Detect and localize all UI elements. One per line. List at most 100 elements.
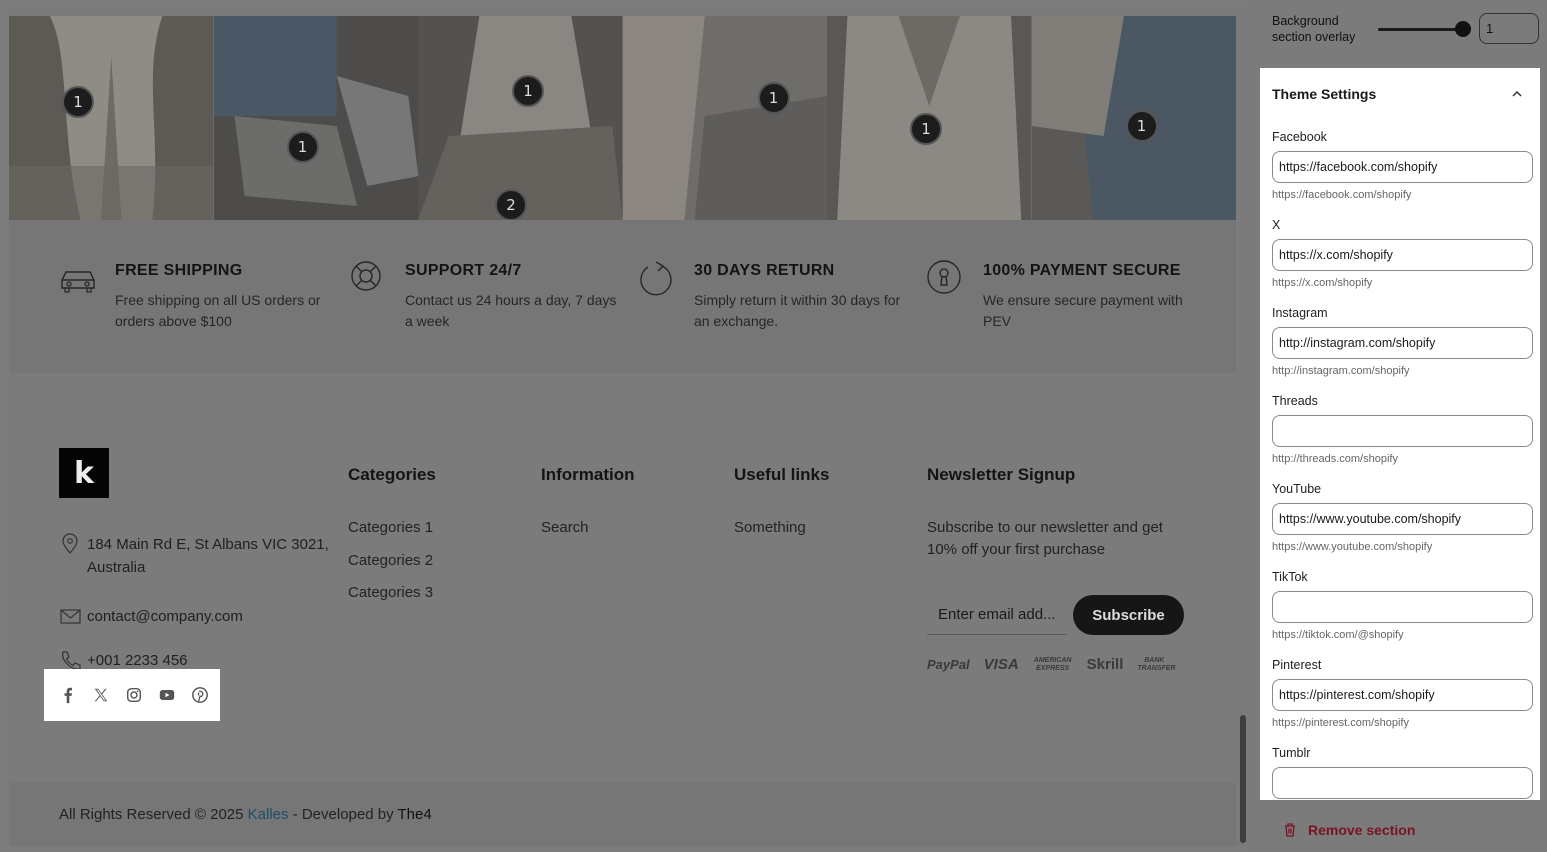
facebook-icon[interactable] bbox=[58, 685, 78, 705]
hotspot-marker[interactable]: 1 bbox=[1125, 110, 1158, 142]
hotspot-marker[interactable]: 1 bbox=[757, 82, 790, 114]
threads-url-input[interactable] bbox=[1272, 415, 1533, 447]
theme-preview: 1 1 1 2 1 1 1 FREE SHIPPING Free shippin… bbox=[0, 0, 1247, 852]
overlay-slider[interactable] bbox=[1378, 28, 1463, 31]
tiktok-url-input[interactable] bbox=[1272, 591, 1533, 623]
youtube-icon[interactable] bbox=[157, 685, 177, 705]
chevron-up-icon[interactable] bbox=[1510, 87, 1524, 101]
trash-icon[interactable] bbox=[1282, 822, 1298, 838]
footer-link[interactable]: Categories 3 bbox=[348, 584, 436, 617]
address-text: 184 Main Rd E, St Albans VIC 3021, Austr… bbox=[87, 536, 329, 576]
youtube-url-input[interactable] bbox=[1272, 503, 1533, 535]
feature-description: We ensure secure payment with PEV bbox=[983, 292, 1183, 329]
x-url-input[interactable] bbox=[1272, 239, 1533, 271]
column-heading: Categories bbox=[348, 465, 436, 484]
field-help: http://instagram.com/shopify bbox=[1272, 365, 1410, 377]
footer-email: contact@company.com bbox=[59, 605, 243, 628]
feature-title: 100% PAYMENT SECURE bbox=[983, 262, 1181, 279]
field-help: https://tiktok.com/@shopify bbox=[1272, 629, 1404, 641]
theme-settings-title[interactable]: Theme Settings bbox=[1272, 86, 1376, 102]
hotspot-marker[interactable]: 1 bbox=[512, 75, 544, 107]
column-heading: Useful links bbox=[734, 465, 830, 484]
facebook-setting: Facebook https://facebook.com/shopify bbox=[1272, 130, 1533, 201]
feature-title: FREE SHIPPING bbox=[115, 262, 243, 279]
hotspot-marker[interactable]: 1 bbox=[62, 86, 94, 118]
email-text[interactable]: contact@company.com bbox=[87, 605, 243, 628]
copyright-bar: All Rights Reserved © 2025 Kalles - Deve… bbox=[9, 783, 1236, 846]
feature-description: Contact us 24 hours a day, 7 days a week bbox=[405, 292, 617, 329]
newsletter-description: Subscribe to our newsletter and get 10% … bbox=[927, 519, 1163, 558]
preview-scrollbar-thumb[interactable] bbox=[1240, 715, 1246, 843]
site-footer: k 184 Main Rd E, St Albans VIC 3021, Aus… bbox=[9, 373, 1236, 783]
gallery-tile[interactable]: 1 bbox=[622, 16, 827, 220]
remove-section-button[interactable]: Remove section bbox=[1308, 822, 1415, 838]
gallery-photo bbox=[418, 16, 623, 220]
footer-link[interactable]: Something bbox=[734, 519, 829, 552]
column-links: Something bbox=[734, 519, 829, 552]
newsletter-email-input[interactable] bbox=[927, 595, 1067, 635]
gallery-photo bbox=[622, 16, 827, 220]
mail-icon bbox=[60, 609, 81, 624]
footer-link[interactable]: Search bbox=[541, 519, 635, 552]
gallery-tile[interactable]: 1 bbox=[827, 16, 1032, 220]
feature-description: Free shipping on all US orders or orders… bbox=[115, 292, 321, 329]
gallery-tile[interactable]: 1 bbox=[9, 16, 214, 220]
overlay-label: Background section overlay bbox=[1272, 14, 1356, 44]
social-icons-highlight bbox=[44, 669, 220, 721]
bank-transfer-logo: BANK TRANSFER bbox=[1137, 656, 1176, 672]
theme-settings-card: Theme Settings Facebook https://facebook… bbox=[1260, 68, 1540, 800]
phone-icon bbox=[62, 651, 81, 670]
subscribe-button[interactable]: Subscribe bbox=[1073, 595, 1184, 635]
gallery-tile[interactable]: 1 bbox=[213, 16, 418, 220]
x-icon[interactable] bbox=[91, 685, 111, 705]
pinterest-icon[interactable] bbox=[190, 685, 210, 705]
developer-link[interactable]: The4 bbox=[397, 806, 431, 823]
settings-panel: Background section overlay Theme Setting… bbox=[1247, 0, 1547, 852]
facebook-url-input[interactable] bbox=[1272, 151, 1533, 183]
field-label: Tumblr bbox=[1272, 746, 1311, 760]
copyright-middle: - Developed by bbox=[288, 806, 398, 823]
tumblr-url-input[interactable] bbox=[1272, 767, 1533, 799]
pinterest-url-input[interactable] bbox=[1272, 679, 1533, 711]
column-heading: Newsletter Signup bbox=[927, 465, 1076, 484]
hotspot-marker[interactable]: 1 bbox=[286, 131, 319, 163]
brand-logo[interactable]: k bbox=[59, 448, 109, 498]
features-row: FREE SHIPPING Free shipping on all US or… bbox=[9, 220, 1236, 373]
payment-methods: PayPal VISA AMERICAN EXPRESS Skrill BANK… bbox=[927, 656, 1176, 673]
instagram-icon[interactable] bbox=[124, 685, 144, 705]
car-icon bbox=[61, 271, 95, 293]
keyhole-icon bbox=[927, 260, 961, 294]
youtube-setting: YouTube https://www.youtube.com/shopify bbox=[1272, 482, 1533, 553]
brand-link[interactable]: Kalles bbox=[248, 806, 289, 823]
hotspot-marker[interactable]: 1 bbox=[910, 113, 942, 145]
field-label: Pinterest bbox=[1272, 658, 1322, 672]
pinterest-setting: Pinterest https://pinterest.com/shopify bbox=[1272, 658, 1533, 729]
preview-canvas: 1 1 1 2 1 1 1 FREE SHIPPING Free shippin… bbox=[9, 8, 1236, 846]
amex-logo: AMERICAN EXPRESS bbox=[1033, 656, 1072, 672]
gallery-tile[interactable]: 1 bbox=[1031, 16, 1236, 220]
footer-address: 184 Main Rd E, St Albans VIC 3021, Austr… bbox=[59, 533, 329, 579]
hotspot-marker[interactable]: 2 bbox=[495, 189, 527, 220]
overlay-slider-thumb[interactable] bbox=[1455, 21, 1471, 37]
instagram-url-input[interactable] bbox=[1272, 327, 1533, 359]
footer-column-useful-links: Useful links Something bbox=[734, 465, 829, 552]
field-help: https://pinterest.com/shopify bbox=[1272, 717, 1409, 729]
field-label: YouTube bbox=[1272, 482, 1322, 496]
copyright-prefix: All Rights Reserved © 2025 bbox=[59, 806, 248, 823]
location-pin-icon bbox=[62, 533, 78, 554]
lifebuoy-icon bbox=[351, 261, 381, 291]
copyright-text: All Rights Reserved © 2025 Kalles - Deve… bbox=[59, 806, 432, 823]
skrill-logo: Skrill bbox=[1086, 656, 1124, 673]
footer-link[interactable]: Categories 2 bbox=[348, 552, 436, 585]
footer-column-information: Information Search bbox=[541, 465, 635, 552]
paypal-logo: PayPal bbox=[927, 657, 970, 672]
footer-link[interactable]: Categories 1 bbox=[348, 519, 436, 552]
gallery-tile[interactable]: 1 2 bbox=[418, 16, 623, 220]
overlay-value-input[interactable] bbox=[1479, 13, 1539, 44]
field-label: TikTok bbox=[1272, 570, 1308, 584]
field-help: https://facebook.com/shopify bbox=[1272, 189, 1412, 201]
instagram-setting: Instagram http://instagram.com/shopify bbox=[1272, 306, 1533, 377]
gallery-photo bbox=[9, 16, 214, 220]
footer-column-categories: Categories Categories 1 Categories 2 Cat… bbox=[348, 465, 436, 617]
column-heading: Information bbox=[541, 465, 635, 484]
